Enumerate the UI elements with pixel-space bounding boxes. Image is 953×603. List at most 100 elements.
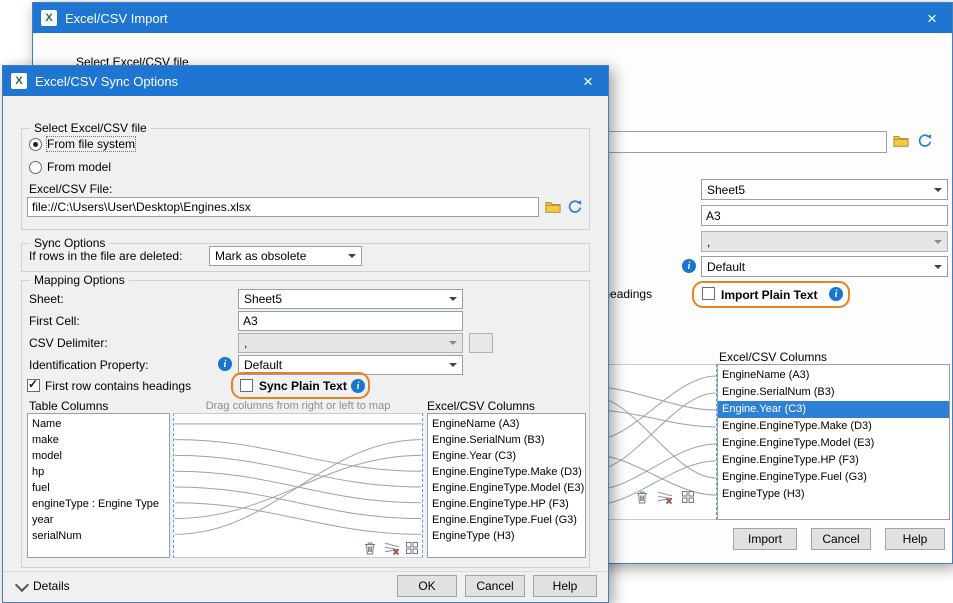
identification-property-label: Identification Property:: [29, 358, 148, 372]
combo-value: ,: [707, 235, 710, 249]
table-columns-list[interactable]: NamemakemodelhpfuelengineType : Engine T…: [27, 413, 170, 558]
desktop: { "colors": { "titlebar_blue": "#1e76d2"…: [0, 0, 953, 602]
import-delimiter-combo: ,: [701, 231, 948, 252]
import-dialog-title: Excel/CSV Import: [65, 11, 168, 26]
custom-delimiter-field: [469, 333, 493, 353]
list-item[interactable]: Engine.SerialNum (B3): [718, 384, 949, 401]
import-first-cell-input[interactable]: [701, 205, 948, 226]
import-excel-columns-label: Excel/CSV Columns: [719, 350, 827, 364]
deleted-rows-label: If rows in the file are deleted:: [29, 249, 182, 263]
combo-value: Default: [707, 260, 745, 274]
sheet-combo[interactable]: Sheet5: [238, 289, 463, 309]
dropdown-arrow-icon: [934, 240, 942, 244]
list-item[interactable]: Engine.Year (C3): [428, 448, 585, 464]
cancel-button[interactable]: Cancel: [465, 575, 525, 597]
excel-csv-app-icon: X: [11, 73, 27, 89]
list-item[interactable]: Engine.EngineType.Fuel (G3): [428, 512, 585, 528]
list-item[interactable]: EngineType (H3): [718, 486, 949, 503]
footer-separator: [3, 571, 608, 572]
remove-mapping-icon[interactable]: [362, 540, 378, 556]
dropdown-arrow-icon: [934, 188, 942, 192]
list-item[interactable]: make: [28, 432, 169, 448]
sync-plain-text-checkbox[interactable]: [240, 379, 253, 392]
list-item[interactable]: Engine.EngineType.HP (F3): [718, 452, 949, 469]
from-file-system-radio[interactable]: [29, 138, 42, 151]
sync-options-group-label: Sync Options: [30, 236, 109, 250]
list-item[interactable]: year: [28, 512, 169, 528]
dropdown-arrow-icon: [449, 363, 457, 367]
mapping-area[interactable]: [173, 413, 423, 558]
list-item[interactable]: Engine.EngineType.HP (F3): [428, 496, 585, 512]
remove-all-mappings-icon[interactable]: [657, 489, 673, 505]
excel-csv-app-icon: X: [41, 10, 57, 26]
list-item[interactable]: EngineName (A3): [718, 367, 949, 384]
dropdown-arrow-icon: [934, 265, 942, 269]
list-item[interactable]: serialNum: [28, 528, 169, 544]
automap-icon[interactable]: [404, 540, 420, 556]
table-columns-label: Table Columns: [29, 399, 108, 413]
first-cell-input[interactable]: [238, 311, 463, 331]
help-button[interactable]: Help: [533, 575, 597, 597]
help-button[interactable]: Help: [885, 528, 945, 550]
info-icon[interactable]: i: [682, 259, 696, 273]
automap-icon[interactable]: [680, 489, 696, 505]
info-icon[interactable]: i: [351, 379, 365, 393]
import-dialog-titlebar: X Excel/CSV Import ×: [33, 3, 952, 33]
import-excel-columns-list[interactable]: EngineName (A3)Engine.SerialNum (B3)Engi…: [717, 364, 950, 520]
import-sheet-combo[interactable]: Sheet5: [701, 179, 948, 200]
excel-csv-sync-options-dialog: X Excel/CSV Sync Options × Select Excel/…: [2, 65, 609, 603]
close-icon[interactable]: ×: [576, 69, 600, 93]
folder-open-icon[interactable]: [545, 199, 561, 215]
file-path-input[interactable]: [27, 197, 539, 217]
dropdown-arrow-icon: [348, 254, 356, 258]
list-item[interactable]: Engine.EngineType.Fuel (G3): [718, 469, 949, 486]
list-item[interactable]: hp: [28, 464, 169, 480]
info-icon[interactable]: i: [829, 287, 843, 301]
close-icon[interactable]: ×: [920, 6, 944, 30]
combo-value: Sheet5: [707, 183, 745, 197]
combo-value: Sheet5: [244, 292, 282, 306]
list-item[interactable]: Engine.EngineType.Make (D3): [718, 418, 949, 435]
ok-button[interactable]: OK: [397, 575, 457, 597]
from-model-label[interactable]: From model: [47, 160, 111, 174]
info-icon[interactable]: i: [218, 357, 232, 371]
select-file-group-label: Select Excel/CSV file: [30, 121, 151, 135]
refresh-icon[interactable]: [917, 133, 933, 149]
refresh-icon[interactable]: [567, 199, 583, 215]
list-item[interactable]: Name: [28, 416, 169, 432]
list-item[interactable]: Engine.EngineType.Model (E3): [428, 480, 585, 496]
folder-open-icon[interactable]: [893, 133, 909, 149]
list-item[interactable]: Engine.SerialNum (B3): [428, 432, 585, 448]
list-item[interactable]: EngineName (A3): [428, 416, 585, 432]
deleted-rows-combo[interactable]: Mark as obsolete: [209, 246, 362, 266]
sync-plain-text-label[interactable]: Sync Plain Text: [259, 379, 347, 393]
cancel-button[interactable]: Cancel: [811, 528, 871, 550]
headings-label[interactable]: First row contains headings: [45, 379, 191, 393]
list-item[interactable]: Engine.Year (C3): [718, 401, 949, 418]
details-label[interactable]: Details: [33, 579, 70, 593]
csv-delimiter-combo: ,: [238, 333, 463, 353]
csv-delimiter-label: CSV Delimiter:: [29, 336, 108, 350]
dropdown-arrow-icon: [449, 341, 457, 345]
excel-columns-list[interactable]: EngineName (A3)Engine.SerialNum (B3)Engi…: [427, 413, 586, 558]
import-identification-combo[interactable]: Default: [701, 256, 948, 277]
import-plain-text-label: Import Plain Text: [721, 288, 817, 302]
combo-value: ,: [244, 336, 247, 350]
import-button[interactable]: Import: [733, 528, 797, 550]
list-item[interactable]: EngineType (H3): [428, 528, 585, 544]
headings-checkbox[interactable]: [27, 379, 40, 392]
from-file-system-label[interactable]: From file system: [47, 137, 135, 151]
remove-all-mappings-icon[interactable]: [384, 540, 400, 556]
from-model-radio[interactable]: [29, 161, 42, 174]
list-item[interactable]: model: [28, 448, 169, 464]
sync-dialog-titlebar: X Excel/CSV Sync Options ×: [3, 66, 608, 96]
import-mapping-area[interactable]: [593, 364, 717, 520]
mapping-curves: [594, 365, 716, 519]
details-chevron-icon[interactable]: [15, 578, 29, 592]
list-item[interactable]: Engine.EngineType.Model (E3): [718, 435, 949, 452]
list-item[interactable]: fuel: [28, 480, 169, 496]
list-item[interactable]: engineType : Engine Type: [28, 496, 169, 512]
import-plain-text-checkbox[interactable]: [702, 287, 715, 300]
list-item[interactable]: Engine.EngineType.Make (D3): [428, 464, 585, 480]
remove-mapping-icon[interactable]: [634, 489, 650, 505]
